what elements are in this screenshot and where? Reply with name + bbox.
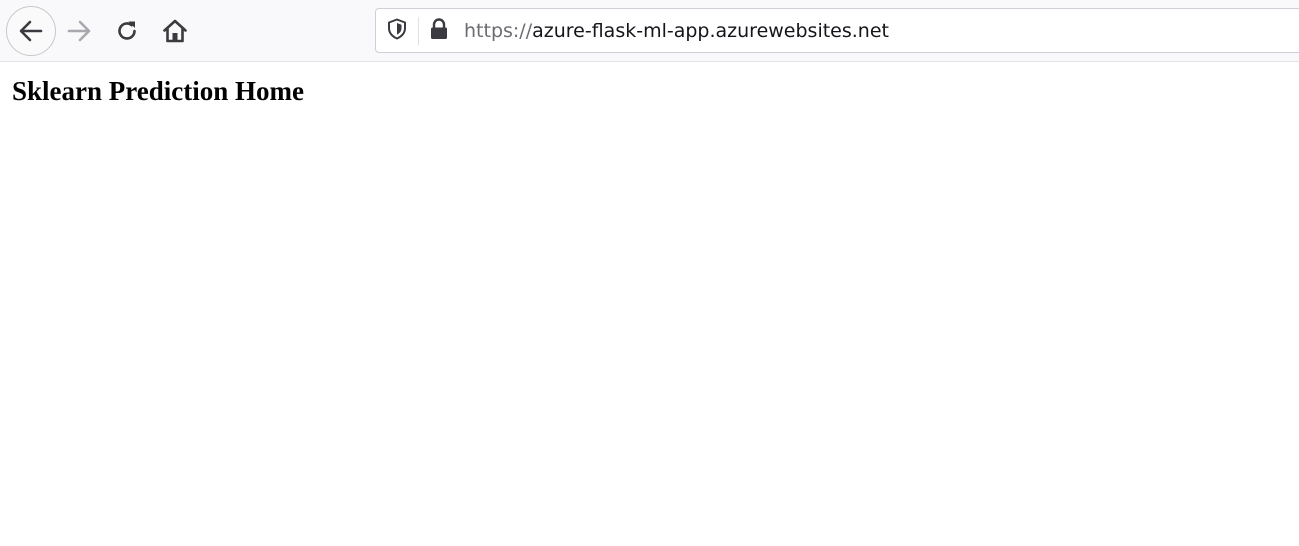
forward-button[interactable] (59, 11, 99, 51)
browser-window: https://azure-flask-ml-app.azurewebsites… (0, 0, 1299, 546)
arrow-right-icon (65, 17, 93, 45)
urlbar-divider (418, 17, 419, 45)
reload-button[interactable] (107, 11, 147, 51)
page-title: Sklearn Prediction Home (12, 76, 304, 106)
url-scheme: https:// (464, 20, 533, 42)
shield-icon (387, 18, 407, 45)
url-text[interactable]: https://azure-flask-ml-app.azurewebsites… (464, 20, 889, 42)
reload-icon (114, 18, 140, 44)
lock-icon (429, 17, 449, 45)
arrow-left-icon (17, 17, 45, 45)
address-bar[interactable]: https://azure-flask-ml-app.azurewebsites… (375, 8, 1299, 53)
home-button[interactable] (155, 11, 195, 51)
page-content: Sklearn Prediction Home (0, 62, 1299, 546)
site-info-button[interactable] (428, 17, 450, 45)
url-host: azure-flask-ml-app.azurewebsites.net (532, 20, 889, 42)
tracking-protection-button[interactable] (386, 18, 408, 45)
home-icon (161, 17, 189, 45)
navigation-toolbar: https://azure-flask-ml-app.azurewebsites… (0, 0, 1299, 62)
back-button[interactable] (6, 6, 56, 56)
